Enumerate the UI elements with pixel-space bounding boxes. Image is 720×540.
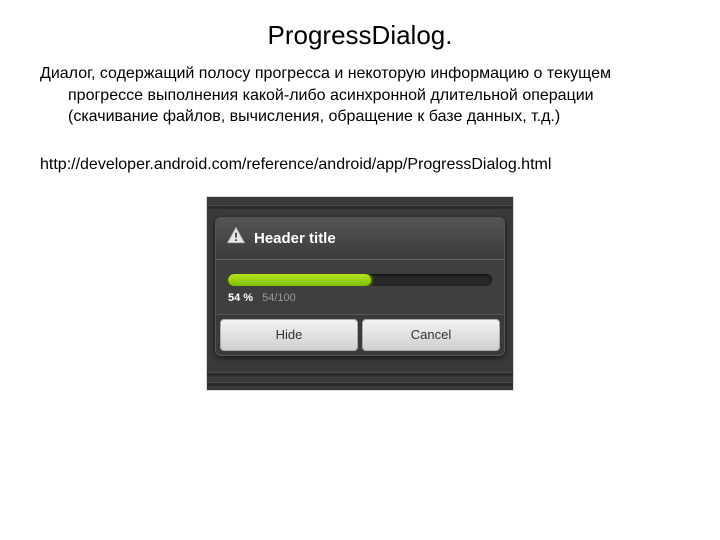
progress-fill [228, 274, 371, 286]
dialog-button-row: Hide Cancel [216, 314, 504, 355]
background-list-bars-bottom [207, 364, 513, 390]
screenshot-frame: Header title 54 % 54/100 Hide Cancel [206, 196, 514, 391]
dialog-body: 54 % 54/100 [216, 260, 504, 314]
page-title: ProgressDialog. [40, 20, 680, 51]
doc-link: http://developer.android.com/reference/a… [40, 156, 680, 174]
progress-labels: 54 % 54/100 [228, 292, 492, 304]
progress-fraction: 54/100 [262, 292, 296, 304]
hide-button[interactable]: Hide [220, 319, 358, 351]
progress-bar [228, 274, 492, 286]
warning-icon [226, 226, 246, 251]
progress-percent: 54 % [228, 292, 253, 304]
dialog-title: Header title [254, 230, 336, 247]
dialog-header: Header title [216, 218, 504, 260]
progress-dialog: Header title 54 % 54/100 Hide Cancel [215, 217, 505, 356]
description-text: Диалог, содержащий полосу прогресса и не… [40, 63, 680, 128]
cancel-button[interactable]: Cancel [362, 319, 500, 351]
background-list-bars [207, 197, 513, 213]
